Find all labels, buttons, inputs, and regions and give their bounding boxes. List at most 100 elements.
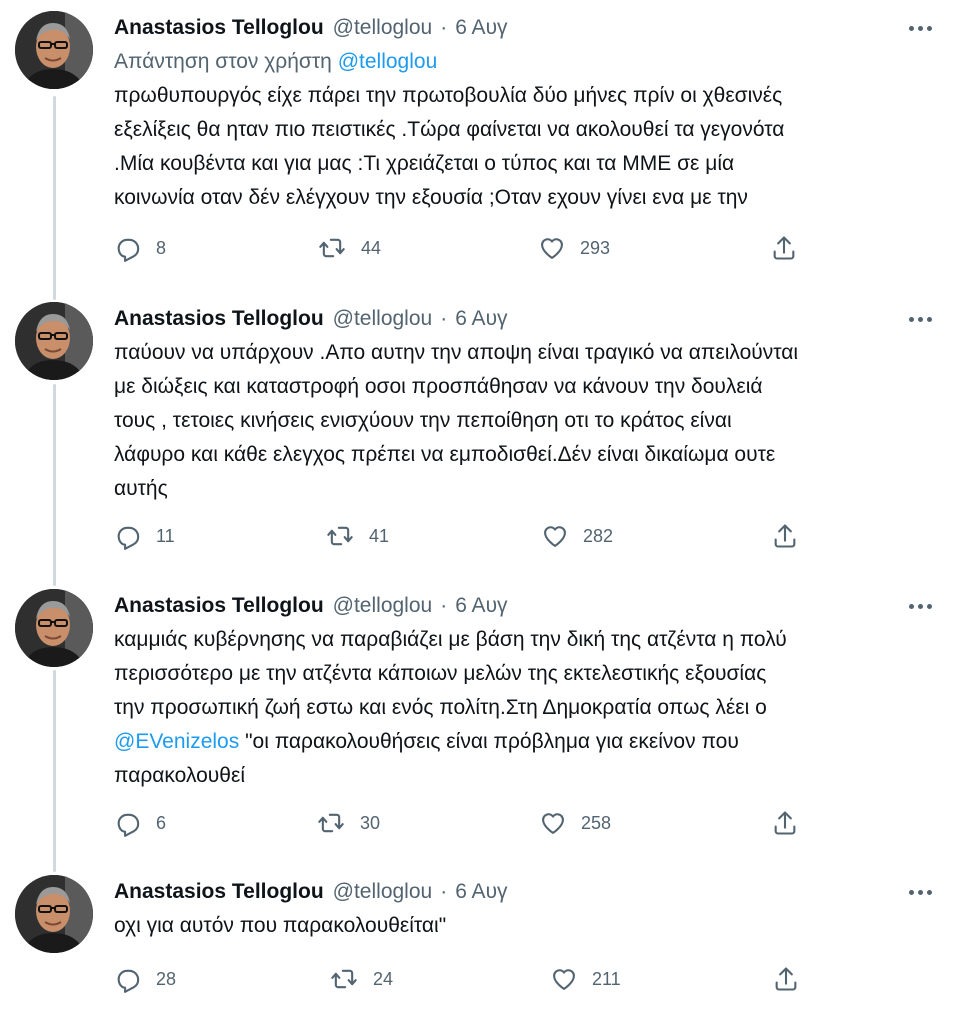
more-icon[interactable] xyxy=(900,13,940,43)
more-icon[interactable] xyxy=(900,591,940,621)
author-handle[interactable]: @telloglou xyxy=(333,880,433,904)
timestamp[interactable]: 6 Αυγ xyxy=(455,16,507,40)
retweet-button[interactable]: 44 xyxy=(317,230,381,266)
reply-button[interactable]: 8 xyxy=(114,230,166,266)
tweet[interactable]: Anastasios Telloglou @telloglou · 6 Αυγ … xyxy=(0,302,960,572)
reply-icon xyxy=(117,813,140,837)
tweet-text-line: παύουν να υπάρχουν .Απο αυτην την αποψη … xyxy=(114,341,799,364)
like-count: 258 xyxy=(581,812,612,833)
reply-icon xyxy=(117,238,140,262)
tweet-text-line: καμμιάς κυβέρνησης να παραβιάζει με βάση… xyxy=(114,628,787,651)
tweet-content: Anastasios Telloglou @telloglou · 6 Αυγ … xyxy=(114,11,932,262)
reply-prefix: Απάντηση στον χρήστη xyxy=(114,50,332,73)
tweet-content: Anastasios Telloglou @telloglou · 6 Αυγ … xyxy=(114,302,932,550)
heart-icon xyxy=(541,238,563,259)
share-button[interactable] xyxy=(772,961,800,997)
reply-button[interactable]: 28 xyxy=(114,961,176,997)
timestamp[interactable]: 6 Αυγ xyxy=(455,594,507,618)
tweet-text-line: πρωθυπουργός είχε πάρει την πρωτοβουλία … xyxy=(114,84,783,107)
separator: · xyxy=(440,16,448,39)
reply-icon xyxy=(117,969,140,993)
tweet-header: Anastasios Telloglou @telloglou · 6 Αυγ xyxy=(114,11,914,45)
avatar[interactable] xyxy=(15,589,93,667)
more-icon[interactable] xyxy=(900,877,940,907)
share-icon xyxy=(773,236,795,260)
tweet[interactable]: Anastasios Telloglou @telloglou · 6 Αυγ … xyxy=(0,589,960,859)
heart-icon xyxy=(542,813,564,834)
tweet-text-line: κοινωνία οταν δέν ελέγχουν την εξουσία ;… xyxy=(114,186,748,209)
author-name[interactable]: Anastasios Telloglou xyxy=(114,16,324,40)
avatar[interactable] xyxy=(15,11,93,89)
tweet-text-line: παρακολουθεί xyxy=(114,764,245,787)
like-button[interactable]: 293 xyxy=(538,230,610,266)
reply-count: 28 xyxy=(156,968,177,989)
share-icon xyxy=(774,524,796,548)
author-handle[interactable]: @telloglou xyxy=(333,307,433,331)
author-handle[interactable]: @telloglou xyxy=(333,16,433,40)
timestamp[interactable]: 6 Αυγ xyxy=(455,307,507,331)
like-button[interactable]: 282 xyxy=(541,518,613,554)
separator: · xyxy=(440,880,448,903)
avatar[interactable] xyxy=(15,302,93,380)
tweet-text-fragment: "οι παρακολουθήσεις είναι πρόβλημα για ε… xyxy=(239,730,739,753)
tweet-header: Anastasios Telloglou @telloglou · 6 Αυγ xyxy=(114,875,914,909)
retweet-button[interactable]: 41 xyxy=(325,518,389,554)
tweet-text-line: εξελίξεις θα ηταν πιο πειστικές .Τώρα φα… xyxy=(114,118,785,141)
tweet-header: Anastasios Telloglou @telloglou · 6 Αυγ xyxy=(114,302,914,336)
tweet-text: παύουν να υπάρχουν .Απο αυτην την αποψη … xyxy=(114,336,914,506)
avatar[interactable] xyxy=(15,875,93,953)
separator: · xyxy=(440,594,448,617)
reply-context: Απάντηση στον χρήστη @telloglou xyxy=(114,45,914,79)
share-button[interactable] xyxy=(771,805,799,841)
share-icon xyxy=(774,811,796,835)
tweet-text: πρωθυπουργός είχε πάρει την πρωτοβουλία … xyxy=(114,79,914,215)
retweet-count: 44 xyxy=(361,237,382,258)
retweet-icon xyxy=(331,969,357,989)
more-icon[interactable] xyxy=(900,304,940,334)
heart-icon xyxy=(553,969,575,990)
separator: · xyxy=(440,307,448,330)
retweet-count: 24 xyxy=(373,968,394,989)
reply-count: 6 xyxy=(156,812,167,833)
share-button[interactable] xyxy=(770,230,798,266)
tweet-text: καμμιάς κυβέρνησης να παραβιάζει με βάση… xyxy=(114,623,914,793)
reply-mention-link[interactable]: @telloglou xyxy=(338,50,438,73)
like-count: 211 xyxy=(592,968,621,989)
tweet-text: οχι για αυτόν που παρακολουθείται" xyxy=(114,909,914,943)
author-name[interactable]: Anastasios Telloglou xyxy=(114,307,324,331)
tweet-content: Anastasios Telloglou @telloglou · 6 Αυγ … xyxy=(114,589,932,837)
retweet-button[interactable]: 24 xyxy=(329,961,393,997)
tweet-text-line: @EVenizelos "οι παρακολουθήσεις είναι πρ… xyxy=(114,725,914,759)
like-button[interactable]: 258 xyxy=(539,805,611,841)
like-button[interactable]: 211 xyxy=(550,961,621,997)
tweet-text-line: λάφυρο και κάθε ελεγχος πρέπει να εμποδι… xyxy=(114,443,776,466)
retweet-count: 41 xyxy=(369,525,390,546)
share-button[interactable] xyxy=(771,518,799,554)
retweet-button[interactable]: 30 xyxy=(316,805,380,841)
tweet-actions: 28 24 211 xyxy=(114,961,914,997)
tweet-text-line: .Μία κουβέντα και για μας :Τι χρειάζεται… xyxy=(114,152,735,175)
reply-count: 11 xyxy=(156,525,175,546)
retweet-icon xyxy=(318,813,344,833)
tweet-thread: Anastasios Telloglou @telloglou · 6 Αυγ … xyxy=(0,0,960,1019)
author-name[interactable]: Anastasios Telloglou xyxy=(114,880,324,904)
tweet[interactable]: Anastasios Telloglou @telloglou · 6 Αυγ … xyxy=(0,875,960,1005)
reply-icon xyxy=(117,526,140,550)
retweet-icon xyxy=(319,238,345,258)
tweet-text-line: με διώξεις και καταστροφή οσοι προσπάθησ… xyxy=(114,375,763,398)
like-count: 293 xyxy=(580,237,611,258)
tweet[interactable]: Anastasios Telloglou @telloglou · 6 Αυγ … xyxy=(0,11,960,291)
retweet-count: 30 xyxy=(360,812,381,833)
retweet-icon xyxy=(327,526,353,546)
tweet-text-line: οχι για αυτόν που παρακολουθείται" xyxy=(114,914,447,937)
tweet-text-line: τους , τετοιες κινήσεις ενισχύουν την πε… xyxy=(114,409,732,432)
mention-link[interactable]: @EVenizelos xyxy=(114,730,239,753)
reply-count: 8 xyxy=(156,237,167,258)
reply-button[interactable]: 6 xyxy=(114,805,166,841)
reply-button[interactable]: 11 xyxy=(114,518,175,554)
timestamp[interactable]: 6 Αυγ xyxy=(455,880,507,904)
author-handle[interactable]: @telloglou xyxy=(333,594,433,618)
tweet-actions: 11 41 282 xyxy=(114,518,914,554)
author-name[interactable]: Anastasios Telloglou xyxy=(114,594,324,618)
tweet-content: Anastasios Telloglou @telloglou · 6 Αυγ … xyxy=(114,875,932,993)
